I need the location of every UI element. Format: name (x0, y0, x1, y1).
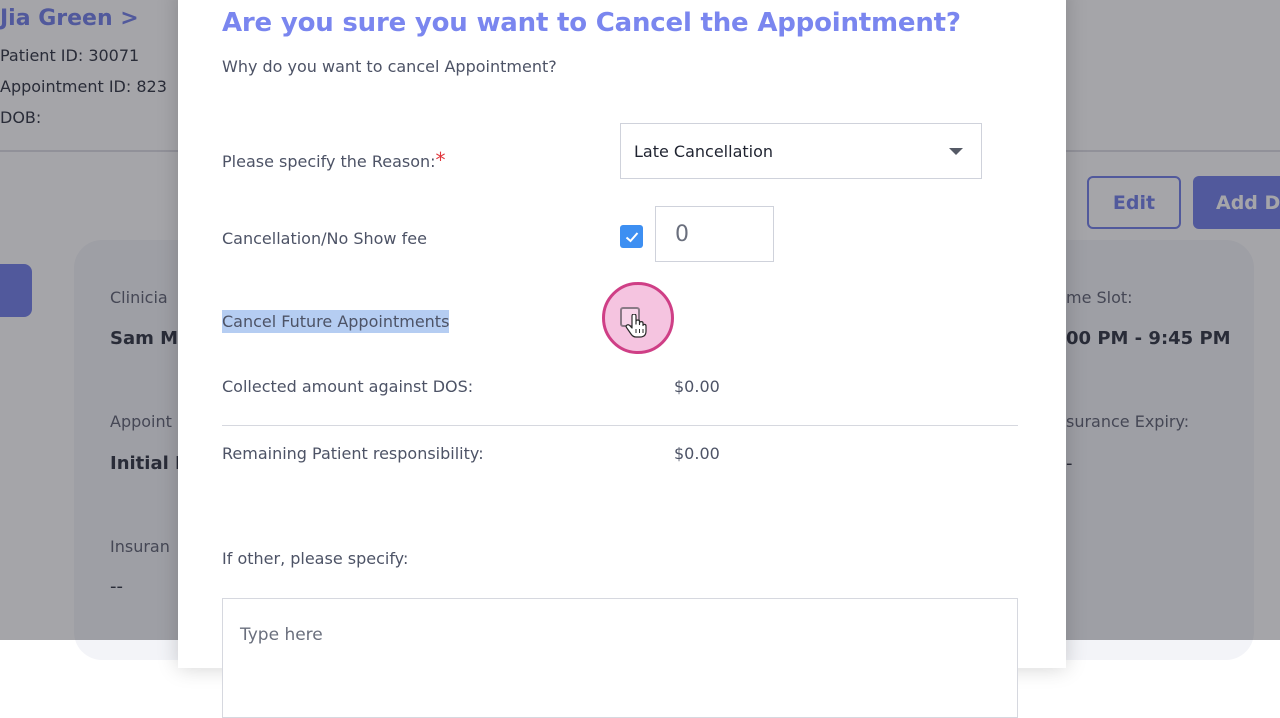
fee-input[interactable]: 0 (655, 206, 774, 262)
cancel-future-label-text: Cancel Future Appointments (222, 310, 450, 333)
remaining-label: Remaining Patient responsibility: (222, 444, 484, 463)
check-icon (625, 231, 638, 242)
cancel-appointment-modal: Are you sure you want to Cancel the Appo… (178, 0, 1066, 718)
reason-select[interactable]: Late Cancellation (620, 123, 982, 179)
fee-label: Cancellation/No Show fee (222, 229, 427, 248)
modal-title: Are you sure you want to Cancel the Appo… (222, 8, 961, 38)
collected-value: $0.00 (674, 377, 720, 396)
amount-divider (222, 425, 1018, 426)
required-mark: * (435, 148, 446, 172)
other-reason-label: If other, please specify: (222, 549, 409, 568)
chevron-down-icon (949, 148, 963, 155)
other-reason-textarea[interactable]: Type here (222, 598, 1018, 718)
reason-selected-value: Late Cancellation (634, 141, 774, 161)
reason-label: Please specify the Reason:* (222, 148, 446, 172)
hand-pointer-icon (625, 314, 647, 338)
remaining-value: $0.00 (674, 444, 720, 463)
cancel-future-label[interactable]: Cancel Future Appointments (222, 310, 450, 333)
collected-label: Collected amount against DOS: (222, 377, 474, 396)
fee-checkbox[interactable] (620, 225, 643, 248)
reason-label-text: Please specify the Reason: (222, 152, 436, 171)
modal-subtitle: Why do you want to cancel Appointment? (222, 57, 557, 76)
